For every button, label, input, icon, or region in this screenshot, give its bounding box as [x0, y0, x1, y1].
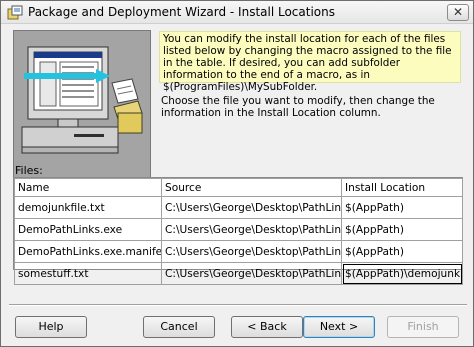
- source-cell[interactable]: C:\Users\George\Desktop\PathLinks\F: [161, 218, 342, 241]
- back-button[interactable]: < Back: [231, 316, 303, 338]
- files-label: Files:: [15, 164, 43, 177]
- help-button[interactable]: Help: [15, 316, 87, 338]
- cancel-button[interactable]: Cancel: [143, 316, 215, 338]
- close-icon: ✕: [452, 5, 464, 19]
- install-location-cell[interactable]: $(AppPath): [341, 218, 463, 241]
- table-row[interactable]: DemoPathLinks.exe C:\Users\George\Deskto…: [14, 218, 463, 241]
- wizard-artwork: [13, 30, 151, 180]
- wizard-window: Package and Deployment Wizard - Install …: [0, 0, 474, 347]
- install-location-cell[interactable]: $(AppPath)\demojunk: [341, 262, 463, 285]
- column-header-source[interactable]: Source: [161, 178, 342, 197]
- install-location-cell[interactable]: $(AppPath): [341, 240, 463, 263]
- source-cell[interactable]: C:\Users\George\Desktop\PathLinks\F: [161, 262, 342, 285]
- next-button[interactable]: Next >: [303, 316, 375, 338]
- grid-header-row: Name Source Install Location: [14, 178, 463, 197]
- table-row[interactable]: demojunkfile.txt C:\Users\George\Desktop…: [14, 196, 463, 219]
- window-title: Package and Deployment Wizard - Install …: [28, 5, 335, 19]
- install-location-cell[interactable]: $(AppPath): [341, 196, 463, 219]
- package-icon: [7, 5, 23, 20]
- instruction-text: Choose the file you want to modify, then…: [161, 95, 435, 119]
- separator: [9, 304, 467, 306]
- table-row[interactable]: somestuff.txt C:\Users\George\Desktop\Pa…: [14, 262, 463, 285]
- column-header-install-location[interactable]: Install Location: [341, 178, 463, 197]
- close-button[interactable]: ✕: [447, 4, 469, 21]
- source-cell[interactable]: C:\Users\George\Desktop\PathLinks\F: [161, 240, 342, 263]
- info-box: You can modify the install location for …: [159, 31, 461, 93]
- computer-illustration: [21, 46, 143, 154]
- column-header-name[interactable]: Name: [14, 178, 162, 197]
- file-name-cell[interactable]: demojunkfile.txt: [14, 196, 162, 219]
- table-row[interactable]: DemoPathLinks.exe.manifest C:\Users\Geor…: [14, 240, 463, 263]
- file-name-cell[interactable]: somestuff.txt: [14, 262, 162, 285]
- source-cell[interactable]: C:\Users\George\Desktop\PathLinks\F: [161, 196, 342, 219]
- files-grid[interactable]: Name Source Install Location demojunkfil…: [13, 177, 463, 285]
- finish-button[interactable]: Finish: [387, 316, 459, 338]
- file-name-cell[interactable]: DemoPathLinks.exe.manifest: [14, 240, 162, 263]
- title-bar[interactable]: Package and Deployment Wizard - Install …: [1, 1, 473, 24]
- file-name-cell[interactable]: DemoPathLinks.exe: [14, 218, 162, 241]
